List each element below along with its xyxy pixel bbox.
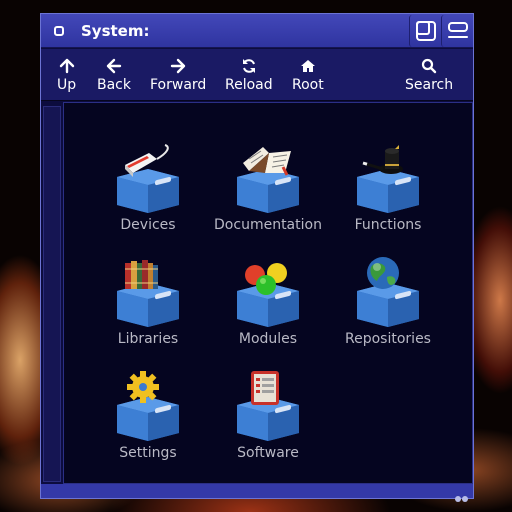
software-drawer-icon [237,371,299,441]
resize-dot [455,496,461,502]
drawer-label: Libraries [117,331,179,347]
title-bar[interactable]: System: [41,14,473,48]
reload-icon [242,59,255,73]
search-label: Search [405,77,454,93]
drawer-settings[interactable]: Settings [88,371,208,477]
libraries-drawer-icon [117,260,179,327]
back-label: Back [97,77,131,93]
drawer-label: Settings [119,445,177,461]
drawer-label: Software [237,445,299,461]
repositories-drawer-icon [357,257,419,327]
resize-handle[interactable] [454,487,470,502]
drawer-label: Devices [120,217,176,233]
zoom-icon [448,22,468,38]
devices-drawer-icon [117,144,179,213]
status-bar [41,484,473,502]
drawer-devices[interactable]: Devices [88,143,208,249]
arrow-left-icon [106,58,122,74]
arrow-right-icon [170,58,186,74]
arrow-up-icon [59,58,74,74]
drawer-grid: Devices Documentation Functions Librarie… [63,102,473,484]
forward-label: Forward [150,77,207,93]
settings-drawer-icon [117,371,179,441]
file-manager-window: System: Up Back Forward Reload Root Sear… [40,13,474,502]
modules-drawer-icon [237,263,299,327]
depth-icon [416,21,436,41]
reload-button[interactable]: Reload [225,57,273,93]
zoom-button[interactable] [441,15,473,47]
forward-button[interactable]: Forward [150,57,206,93]
back-button[interactable]: Back [97,57,131,93]
depth-button[interactable] [409,15,441,47]
drawer-label: Repositories [345,331,431,347]
drawer-software[interactable]: Software [208,371,328,477]
sidebar-scrollbar[interactable] [43,106,61,482]
search-icon [421,58,437,74]
drawer-repositories[interactable]: Repositories [328,257,448,363]
drawer-label: Documentation [214,217,322,233]
close-icon [54,26,64,36]
drawer-documentation[interactable]: Documentation [208,143,328,249]
documentation-drawer-icon [237,147,299,213]
search-button[interactable]: Search [405,57,453,93]
root-button[interactable]: Root [292,57,324,93]
drawer-label: Modules [238,331,298,347]
root-label: Root [292,77,324,93]
window-title: System: [81,22,150,40]
up-label: Up [57,77,77,93]
resize-dot [462,496,468,502]
functions-drawer-icon [357,145,419,213]
drawer-functions[interactable]: Functions [328,143,448,249]
toolbar: Up Back Forward Reload Root Search [41,49,473,101]
up-button[interactable]: Up [57,57,76,93]
reload-label: Reload [225,77,273,93]
drawer-label: Functions [354,217,422,233]
close-button[interactable] [46,18,72,44]
drawer-libraries[interactable]: Libraries [88,257,208,363]
drawer-modules[interactable]: Modules [208,257,328,363]
home-icon [300,60,315,72]
